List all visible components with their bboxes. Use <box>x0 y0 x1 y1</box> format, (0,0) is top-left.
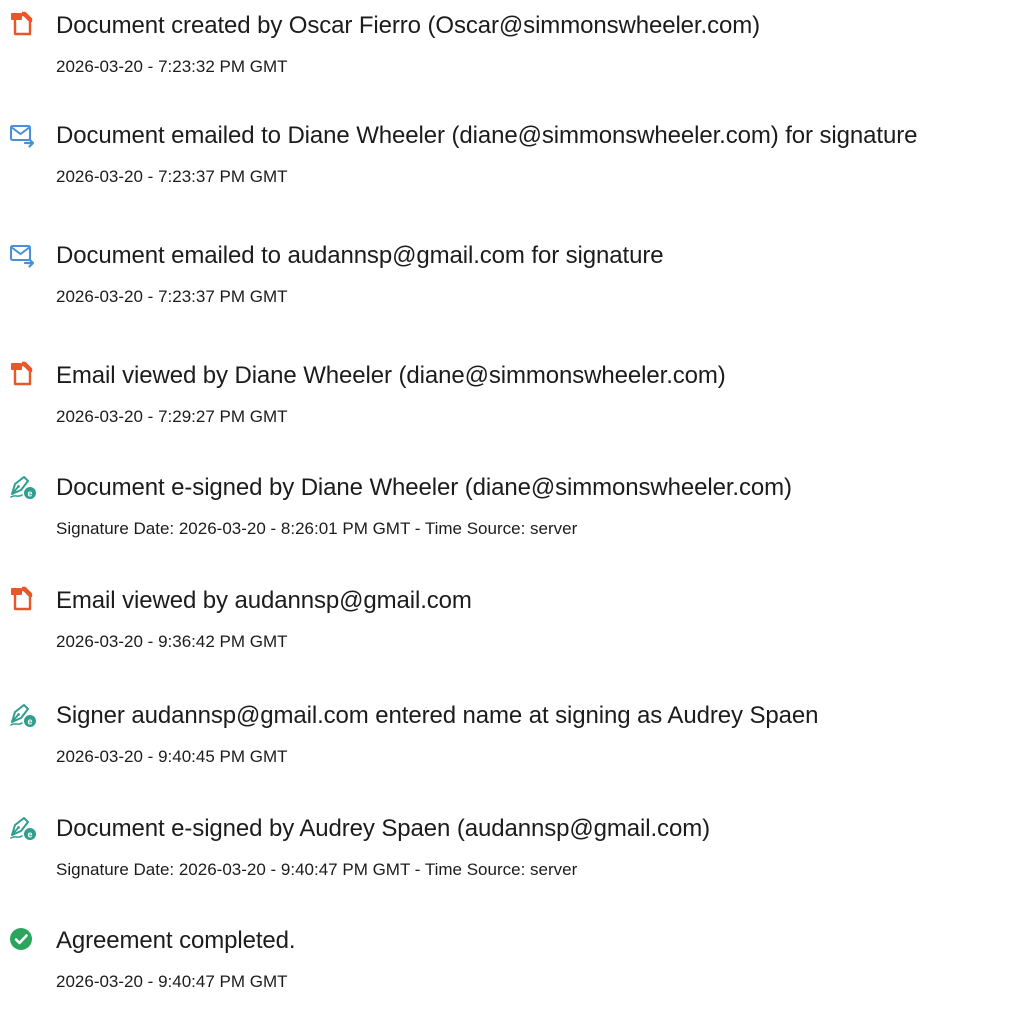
history-event: e Signer audannsp@gmail.com entered name… <box>0 690 1023 790</box>
document-icon <box>9 360 37 388</box>
event-timestamp: 2026-03-20 - 9:40:45 PM GMT <box>56 747 288 766</box>
history-event: Document created by Oscar Fierro (Oscar@… <box>0 0 1023 100</box>
svg-text:e: e <box>27 829 32 839</box>
document-icon <box>9 10 37 38</box>
e-sign-pen-icon: e <box>9 472 37 500</box>
history-event: Document emailed to audannsp@gmail.com f… <box>0 230 1023 330</box>
audit-history-list: Document created by Oscar Fierro (Oscar@… <box>0 0 1023 994</box>
event-title: Document e-signed by Audrey Spaen (audan… <box>56 815 710 842</box>
event-timestamp: 2026-03-20 - 9:40:47 PM GMT <box>56 972 288 991</box>
history-event: Email viewed by audannsp@gmail.com 2026-… <box>0 575 1023 675</box>
event-title: Document created by Oscar Fierro (Oscar@… <box>56 12 760 39</box>
svg-text:e: e <box>27 716 32 726</box>
check-circle-icon <box>9 925 37 953</box>
history-event: e Document e-signed by Audrey Spaen (aud… <box>0 803 1023 903</box>
event-timestamp: Signature Date: 2026-03-20 - 8:26:01 PM … <box>56 519 578 538</box>
email-sent-icon <box>9 120 37 148</box>
history-event: e Document e-signed by Diane Wheeler (di… <box>0 462 1023 562</box>
event-timestamp: 2026-03-20 - 7:23:37 PM GMT <box>56 167 288 186</box>
history-event: Agreement completed. 2026-03-20 - 9:40:4… <box>0 915 1023 1015</box>
event-title: Email viewed by Diane Wheeler (diane@sim… <box>56 362 726 389</box>
svg-text:e: e <box>27 488 32 498</box>
event-title: Document e-signed by Diane Wheeler (dian… <box>56 474 792 501</box>
event-timestamp: Signature Date: 2026-03-20 - 9:40:47 PM … <box>56 860 578 879</box>
event-timestamp: 2026-03-20 - 7:23:37 PM GMT <box>56 287 288 306</box>
event-timestamp: 2026-03-20 - 7:23:32 PM GMT <box>56 57 288 76</box>
event-timestamp: 2026-03-20 - 7:29:27 PM GMT <box>56 407 288 426</box>
history-event: Document emailed to Diane Wheeler (diane… <box>0 110 1023 210</box>
e-sign-pen-icon: e <box>9 813 37 841</box>
document-icon <box>9 585 37 613</box>
event-title: Email viewed by audannsp@gmail.com <box>56 587 472 614</box>
event-timestamp: 2026-03-20 - 9:36:42 PM GMT <box>56 632 288 651</box>
history-event: Email viewed by Diane Wheeler (diane@sim… <box>0 350 1023 450</box>
event-title: Signer audannsp@gmail.com entered name a… <box>56 702 819 729</box>
event-title: Agreement completed. <box>56 927 296 954</box>
e-sign-pen-icon: e <box>9 700 37 728</box>
email-sent-icon <box>9 240 37 268</box>
event-title: Document emailed to Diane Wheeler (diane… <box>56 122 918 149</box>
event-title: Document emailed to audannsp@gmail.com f… <box>56 242 664 269</box>
